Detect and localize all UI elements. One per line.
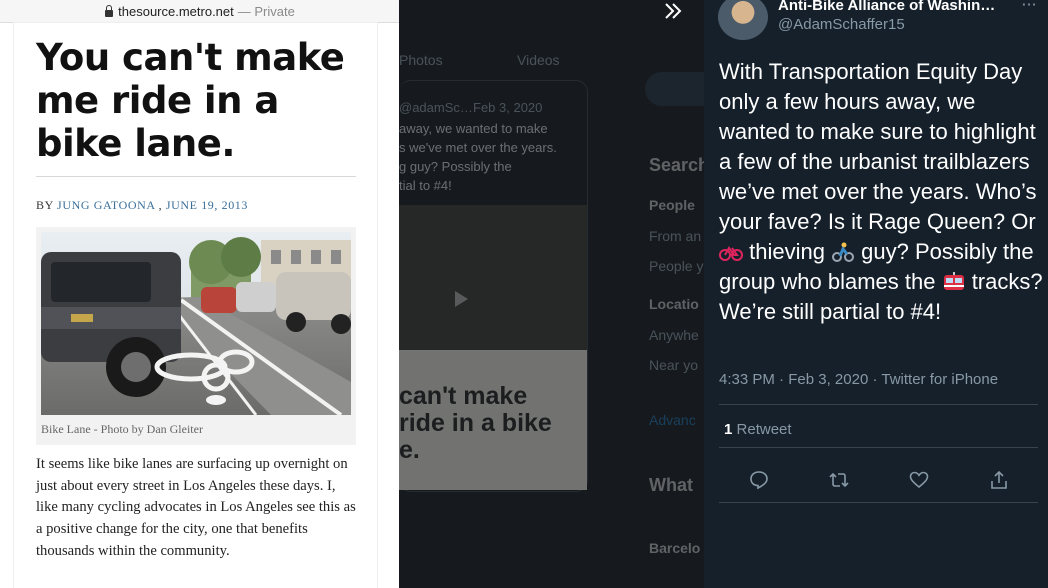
quoted-line-4: tial to #4! xyxy=(399,178,452,193)
quoted-title-3: e. xyxy=(399,436,420,464)
tweet-source[interactable]: Twitter for iPhone xyxy=(881,371,998,388)
tram-emoji-icon xyxy=(943,272,964,290)
near-you-option: Near yo xyxy=(649,357,699,373)
title-divider xyxy=(36,176,356,177)
article-title: You can't make me ride in a bike lane. xyxy=(36,36,345,165)
action-bar xyxy=(719,466,1038,494)
search-filters-heading: Search xyxy=(649,155,704,175)
whats-happening-heading: What xyxy=(649,475,693,495)
reply-button[interactable] xyxy=(745,466,773,494)
tweet-time[interactable]: 4:33 PM xyxy=(719,371,775,388)
avatar[interactable] xyxy=(718,0,768,40)
advanced-search-link: Advanc xyxy=(649,412,696,428)
tab-photos: Photos xyxy=(399,52,443,68)
share-icon xyxy=(991,470,1007,489)
divider xyxy=(719,447,1038,448)
byline-separator: , xyxy=(158,198,163,212)
tweet-text: With Transportation Equity Day only a fe… xyxy=(719,57,1044,327)
retweet-count: 1 xyxy=(724,421,733,438)
bicycle-emoji-icon xyxy=(719,246,743,261)
lock-icon xyxy=(104,5,114,17)
trend-location: Barcelo xyxy=(649,540,701,556)
retweet-label: Retweet xyxy=(736,421,792,438)
tab-videos: Videos xyxy=(517,52,560,68)
reply-icon xyxy=(750,471,768,490)
byline: BY JUNG GATOONA , JUNE 19, 2013 xyxy=(36,198,248,213)
expand-icon[interactable] xyxy=(662,0,684,22)
bike-lane-photo xyxy=(41,232,351,415)
divider xyxy=(719,404,1038,405)
cyclist-emoji-icon xyxy=(832,242,855,262)
quoted-line-3: g guy? Possibly the xyxy=(399,159,512,174)
like-icon xyxy=(909,471,929,489)
article-body: It seems like bike lanes are surfacing u… xyxy=(36,456,356,559)
tweet-panel: Anti-Bike Alliance of Washin… @AdamSchaf… xyxy=(704,0,1048,588)
tweet-date[interactable]: Feb 3, 2020 xyxy=(788,371,868,388)
like-button[interactable] xyxy=(905,466,933,494)
display-name[interactable]: Anti-Bike Alliance of Washin… xyxy=(778,0,1000,14)
quoted-video[interactable] xyxy=(399,205,587,350)
location-heading: Locatio xyxy=(649,296,699,312)
retweet-icon xyxy=(829,472,849,488)
quoted-line-2: s we've met over the years. xyxy=(399,140,557,155)
quoted-title-1: can't make xyxy=(399,382,528,410)
anywhere-option: Anywhe xyxy=(649,327,699,343)
retweet-count-row[interactable]: 1 Retweet xyxy=(724,421,792,438)
search-box xyxy=(645,72,704,106)
people-heading: People xyxy=(649,197,695,213)
share-button[interactable] xyxy=(985,466,1013,494)
meta-separator: · xyxy=(872,371,878,388)
retweet-button[interactable] xyxy=(825,466,853,494)
photo-caption: Bike Lane - Photo by Dan Gleiter xyxy=(41,422,203,436)
tweet-text-part-1: With Transportation Equity Day only a fe… xyxy=(719,59,1037,234)
quoted-user: @adamSc… xyxy=(399,100,473,115)
quoted-line-1: away, we wanted to make xyxy=(399,121,548,136)
author-link[interactable]: JUNG GATOONA xyxy=(57,198,155,212)
date-link[interactable]: JUNE 19, 2013 xyxy=(166,198,248,212)
people-you-follow-option: People y xyxy=(649,258,704,274)
byline-prefix: BY xyxy=(36,198,54,212)
user-handle[interactable]: @AdamSchaffer15 xyxy=(778,16,905,33)
address-domain: thesource.metro.net xyxy=(118,3,234,19)
meta-separator: · xyxy=(779,371,785,388)
article: You can't make me ride in a bike lane. B… xyxy=(14,23,377,588)
browser-window: thesource.metro.net — Private You can't … xyxy=(0,0,399,588)
from-anyone-option: From an xyxy=(649,228,702,244)
quoted-date: Feb 3, 2020 xyxy=(473,100,543,115)
divider xyxy=(719,502,1038,503)
quoted-title-2: ride in a bike xyxy=(399,409,552,437)
address-bar[interactable]: thesource.metro.net — Private xyxy=(0,0,399,23)
figure: Bike Lane - Photo by Dan Gleiter xyxy=(36,227,356,445)
tweet-meta: 4:33 PM · Feb 3, 2020 · Twitter for iPho… xyxy=(719,371,998,388)
private-label: — Private xyxy=(237,3,295,19)
background-overlay[interactable]: Photos Videos @adamSc… Feb 3, 2020 away,… xyxy=(399,0,704,588)
more-options-icon[interactable]: ··· xyxy=(1018,0,1040,13)
tweet-text-part-2: thieving xyxy=(743,239,832,264)
play-icon xyxy=(455,291,468,307)
